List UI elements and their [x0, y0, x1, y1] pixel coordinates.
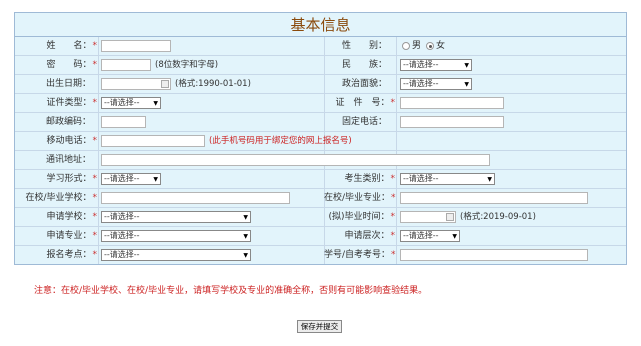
row-name-gender: 姓 名：* 性 别： 男 女 — [15, 37, 626, 56]
row-study-candidate: 学习形式：* --请选择-- ▼ 考生类别：* --请选择-- ▼ — [15, 170, 626, 189]
row-id: 证件类型：* --请选择-- ▼ 证 件 号：* — [15, 94, 626, 113]
political-select[interactable]: --请选择-- ▼ — [400, 78, 472, 90]
save-submit-button[interactable]: 保存并提交 — [297, 320, 342, 333]
mobile-hint: (此手机号码用于绑定您的网上报名号) — [209, 136, 352, 146]
gender-male-label: 男 — [412, 41, 422, 51]
grad-time-label: (拟)毕业时间：* — [328, 212, 395, 222]
row-apply-major: 申请专业：* --请选择-- ▼ 申请层次：* --请选择-- ▼ — [15, 227, 626, 246]
candidate-type-label: 考生类别：* — [344, 174, 395, 184]
id-number-input[interactable] — [400, 97, 504, 109]
ethnicity-label: 民 族： — [341, 60, 387, 70]
major-input[interactable] — [400, 192, 588, 204]
id-number-label: 证 件 号：* — [335, 98, 395, 108]
student-id-input[interactable] — [400, 249, 588, 261]
basic-info-form: 基本信息 姓 名：* 性 别： 男 女 密 码：* (8位数字和字母) 民 族：… — [14, 12, 627, 265]
school-input[interactable] — [101, 192, 290, 204]
birth-hint: (格式:1990-01-01) — [175, 79, 251, 89]
chevron-down-icon: ▼ — [487, 176, 492, 183]
row-postal-phone: 邮政编码： 固定电话： — [15, 113, 626, 132]
student-id-label: 学号/自考考号：* — [324, 250, 396, 260]
chevron-down-icon: ▼ — [464, 81, 469, 88]
password-hint: (8位数字和字母) — [155, 60, 219, 70]
exam-site-label: 报名考点：* — [46, 250, 97, 260]
school-label: 在校/毕业学校：* — [25, 193, 97, 203]
gender-female-label: 女 — [436, 41, 446, 51]
id-type-label: 证件类型：* — [46, 98, 97, 108]
phone-input[interactable] — [400, 116, 504, 128]
ethnicity-select[interactable]: --请选择-- ▼ — [400, 59, 472, 71]
birth-label: 出生日期： — [45, 79, 91, 89]
chevron-down-icon: ▼ — [243, 233, 248, 240]
row-mobile: 移动电话：* (此手机号码用于绑定您的网上报名号) — [15, 132, 626, 151]
address-label: 通讯地址： — [45, 155, 91, 165]
chevron-down-icon: ▼ — [243, 214, 248, 221]
grad-time-hint: (格式:2019-09-01) — [460, 212, 536, 222]
address-input[interactable] — [101, 154, 490, 166]
chevron-down-icon: ▼ — [153, 100, 158, 107]
row-birth-political: 出生日期： (格式:1990-01-01) 政治面貌： --请选择-- ▼ — [15, 75, 626, 94]
chevron-down-icon: ▼ — [243, 252, 248, 259]
study-form-select[interactable]: --请选择-- ▼ — [101, 173, 161, 185]
apply-school-select[interactable]: --请选择-- ▼ — [101, 211, 251, 223]
row-address: 通讯地址： — [15, 151, 626, 170]
birth-date-input[interactable] — [101, 78, 171, 90]
postal-input[interactable] — [101, 116, 146, 128]
apply-level-label: 申请层次：* — [344, 231, 395, 241]
mobile-label: 移动电话：* — [46, 136, 97, 146]
row-apply-school: 申请学校：* --请选择-- ▼ (拟)毕业时间：* (格式:2019-09-01… — [15, 208, 626, 227]
major-label: 在校/毕业专业：* — [324, 193, 396, 203]
id-type-select[interactable]: --请选择-- ▼ — [101, 97, 161, 109]
password-label: 密 码：* — [46, 60, 97, 70]
study-form-label: 学习形式：* — [46, 174, 97, 184]
form-title: 基本信息 — [15, 13, 626, 37]
gender-male-radio[interactable] — [402, 42, 410, 50]
mobile-input[interactable] — [101, 135, 205, 147]
name-label: 姓 名：* — [46, 41, 97, 51]
apply-major-label: 申请专业：* — [46, 231, 97, 241]
apply-major-select[interactable]: --请选择-- ▼ — [101, 230, 251, 242]
row-password-ethnicity: 密 码：* (8位数字和字母) 民 族： --请选择-- ▼ — [15, 56, 626, 75]
postal-label: 邮政编码： — [45, 117, 91, 127]
candidate-type-select[interactable]: --请选择-- ▼ — [400, 173, 495, 185]
notice-text: 注意：在校/毕业学校、在校/毕业专业，请填写学校及专业的准确全称，否则有可能影响… — [34, 286, 428, 296]
gender-female-radio[interactable] — [426, 42, 434, 50]
chevron-down-icon: ▼ — [452, 233, 457, 240]
calendar-icon[interactable] — [161, 80, 169, 88]
exam-site-select[interactable]: --请选择-- ▼ — [101, 249, 251, 261]
name-input[interactable] — [101, 40, 171, 52]
grad-time-input[interactable] — [400, 211, 456, 223]
political-label: 政治面貌： — [341, 79, 387, 89]
calendar-icon[interactable] — [446, 213, 454, 221]
row-exam-site: 报名考点：* --请选择-- ▼ 学号/自考考号：* — [15, 246, 626, 265]
password-input[interactable] — [101, 59, 151, 71]
chevron-down-icon: ▼ — [464, 62, 469, 69]
gender-label: 性 别： — [341, 41, 387, 51]
apply-school-label: 申请学校：* — [46, 212, 97, 222]
apply-level-select[interactable]: --请选择-- ▼ — [400, 230, 460, 242]
row-school-major: 在校/毕业学校：* 在校/毕业专业：* — [15, 189, 626, 208]
phone-label: 固定电话： — [341, 117, 387, 127]
chevron-down-icon: ▼ — [153, 176, 158, 183]
